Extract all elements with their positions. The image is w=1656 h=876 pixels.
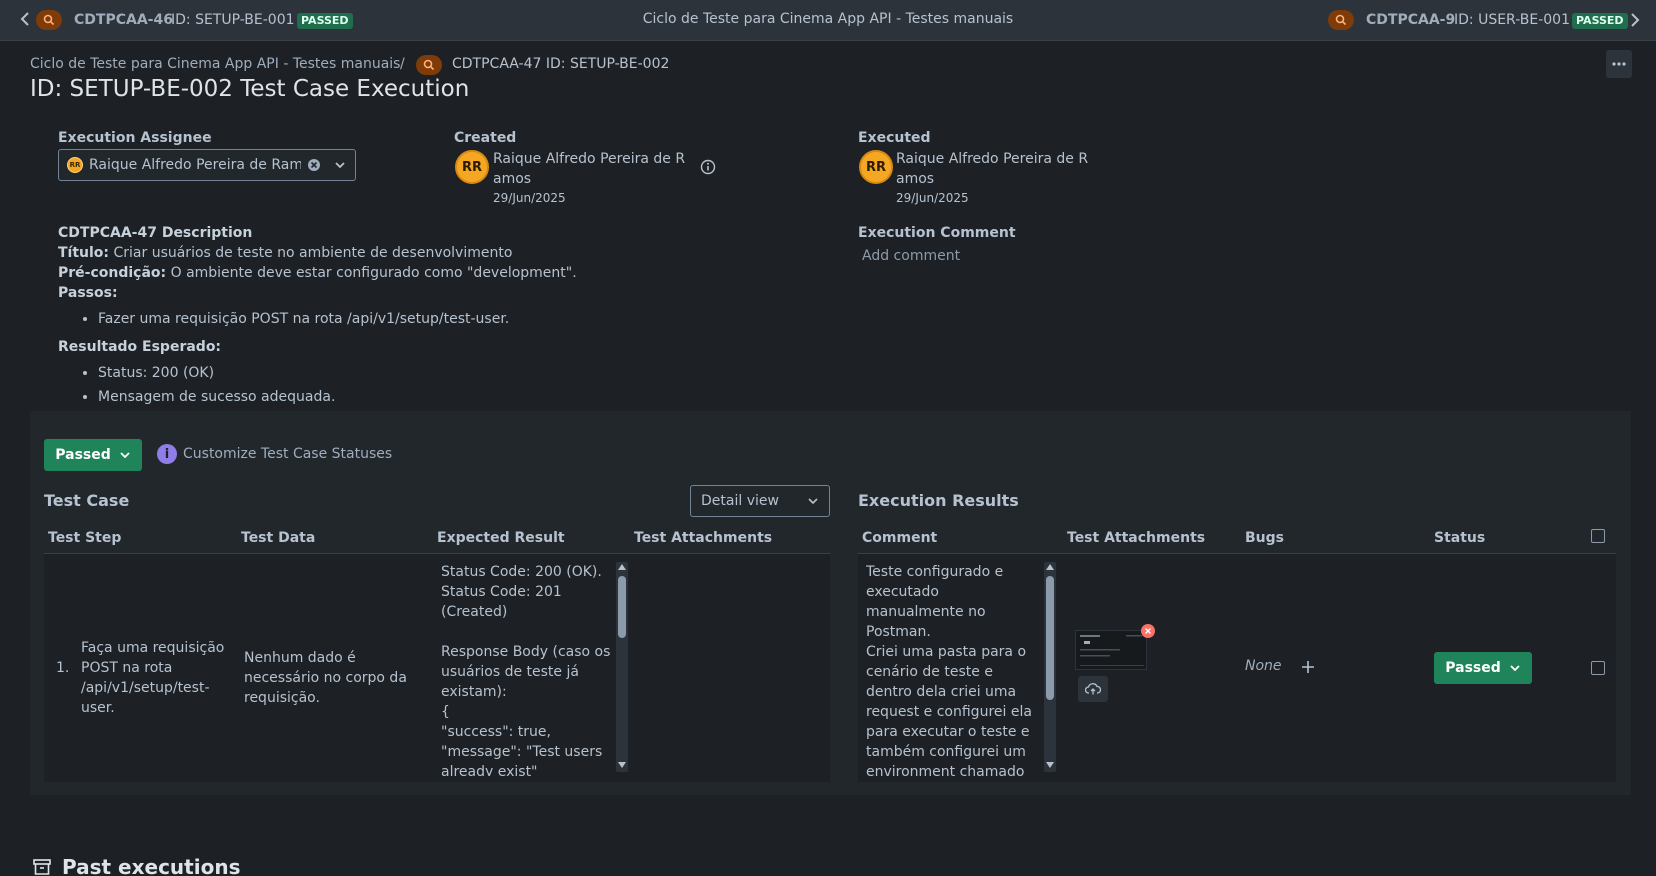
created-user-name[interactable]: Raique Alfredo Pereira de Ramos (493, 149, 693, 189)
scrollbar[interactable] (616, 562, 628, 772)
upload-attachment-button[interactable] (1078, 676, 1108, 702)
column-header: Comment (862, 530, 938, 546)
top-navigation-bar: CDTPCAA-46 ID: SETUP-BE-001 PASSED Ciclo… (0, 0, 1656, 41)
chevron-right-icon[interactable] (1630, 11, 1640, 29)
expected-result-cell: Status Code: 200 (OK). Status Code: 201 … (441, 564, 611, 776)
column-header: Expected Result (437, 530, 565, 546)
remove-attachment-icon[interactable] (1141, 624, 1155, 638)
archive-icon (32, 858, 52, 876)
scroll-down-icon[interactable] (1046, 762, 1054, 768)
column-header: Bugs (1245, 530, 1284, 546)
avatar: RR (67, 157, 83, 173)
test-step-cell: Faça uma requisição POST na rota /api/v1… (81, 640, 225, 716)
add-bug-icon[interactable] (1301, 660, 1315, 674)
test-case-table: Test Step Test Data Expected Result Test… (44, 524, 830, 782)
avatar: RR (455, 150, 489, 184)
search-icon (416, 55, 442, 75)
assignee-label: Execution Assignee (58, 130, 212, 146)
status-label: Passed (55, 447, 111, 463)
titulo-label: Título: (58, 245, 110, 261)
step-number: 1. (56, 660, 70, 676)
column-header: Test Data (241, 530, 316, 546)
scroll-down-icon[interactable] (618, 762, 626, 768)
test-case-title: Test Case (44, 491, 130, 510)
column-header: Test Attachments (634, 530, 773, 546)
avatar: RR (859, 150, 893, 184)
breadcrumb-current[interactable]: CDTPCAA-47 ID: SETUP-BE-002 (452, 56, 669, 72)
scrollbar[interactable] (1044, 562, 1056, 772)
page-title: ID: SETUP-BE-002 Test Case Execution (30, 76, 470, 102)
chevron-down-icon (120, 452, 130, 459)
search-icon (1328, 10, 1354, 30)
add-comment-field[interactable]: Add comment (862, 248, 960, 264)
assignee-value: Raique Alfredo Pereira de Ram (89, 157, 301, 173)
execution-results-title: Execution Results (858, 491, 1019, 510)
column-header: Test Step (48, 530, 122, 546)
info-icon[interactable] (700, 159, 716, 175)
assignee-select[interactable]: RR Raique Alfredo Pereira de Ram (58, 149, 356, 181)
resultado-label: Resultado Esperado: (58, 339, 222, 355)
titulo-text: Criar usuários de teste no ambiente de d… (113, 245, 513, 261)
more-icon (1612, 62, 1626, 66)
list-item: Status: 200 (OK) (98, 361, 778, 385)
column-header: Status (1434, 530, 1486, 546)
test-data-cell: Nenhum dado é necessário no corpo da req… (244, 650, 407, 706)
created-label: Created (454, 130, 517, 146)
past-executions-title[interactable]: Past executions (62, 855, 240, 876)
precondicao-label: Pré-condição: (58, 265, 167, 281)
execution-results-table: Comment Test Attachments Bugs Status Tes… (858, 524, 1616, 782)
chevron-down-icon[interactable] (333, 158, 347, 172)
next-case-key[interactable]: CDTPCAA-9 (1366, 12, 1455, 28)
description-heading: CDTPCAA-47 Description (58, 225, 253, 241)
precondicao-text: O ambiente deve estar configurado como "… (170, 265, 577, 281)
table-row: 1. Faça uma requisição POST na rota /api… (44, 554, 830, 782)
breadcrumb-cycle-link[interactable]: Ciclo de Teste para Cinema App API - Tes… (30, 56, 400, 72)
column-header: Test Attachments (1067, 530, 1206, 546)
customize-statuses-link[interactable]: Customize Test Case Statuses (183, 446, 392, 462)
select-all-checkbox[interactable] (1591, 529, 1605, 543)
passos-label: Passos: (58, 285, 118, 301)
executed-label: Executed (858, 130, 931, 146)
execution-comment-label: Execution Comment (858, 225, 1016, 241)
attachment-thumbnail[interactable] (1075, 630, 1147, 670)
result-status-label: Passed (1445, 660, 1501, 676)
result-status-dropdown[interactable]: Passed (1434, 652, 1532, 684)
created-date: 29/Jun/2025 (493, 191, 566, 205)
scroll-up-icon[interactable] (618, 564, 626, 570)
test-case-description: CDTPCAA-47 Description Título: Criar usu… (58, 223, 778, 415)
list-item: Mensagem de sucesso adequada. (98, 385, 778, 409)
chevron-down-icon (808, 498, 818, 505)
table-row: Teste configurado e executado manualment… (858, 554, 1616, 782)
info-icon: i (157, 444, 177, 464)
executed-user-name[interactable]: Raique Alfredo Pereira de Ramos (896, 149, 1096, 189)
breadcrumb-separator: / (400, 56, 405, 72)
more-actions-button[interactable] (1606, 50, 1632, 78)
bugs-value: None (1245, 658, 1282, 674)
chevron-down-icon (1510, 665, 1520, 672)
next-status-badge: PASSED (1572, 13, 1628, 29)
scroll-up-icon[interactable] (1046, 564, 1054, 570)
next-case-id[interactable]: ID: USER-BE-001 (1454, 12, 1570, 28)
executed-date: 29/Jun/2025 (896, 191, 969, 205)
view-select[interactable]: Detail view (690, 485, 830, 517)
clear-icon[interactable] (307, 158, 321, 172)
view-select-value: Detail view (701, 493, 779, 509)
list-item: Fazer uma requisição POST na rota /api/v… (98, 307, 778, 331)
row-checkbox[interactable] (1591, 661, 1605, 675)
execution-comment-cell[interactable]: Teste configurado e executado manualment… (866, 562, 1041, 776)
status-dropdown-button[interactable]: Passed (44, 439, 142, 471)
cloud-upload-icon (1085, 683, 1101, 695)
